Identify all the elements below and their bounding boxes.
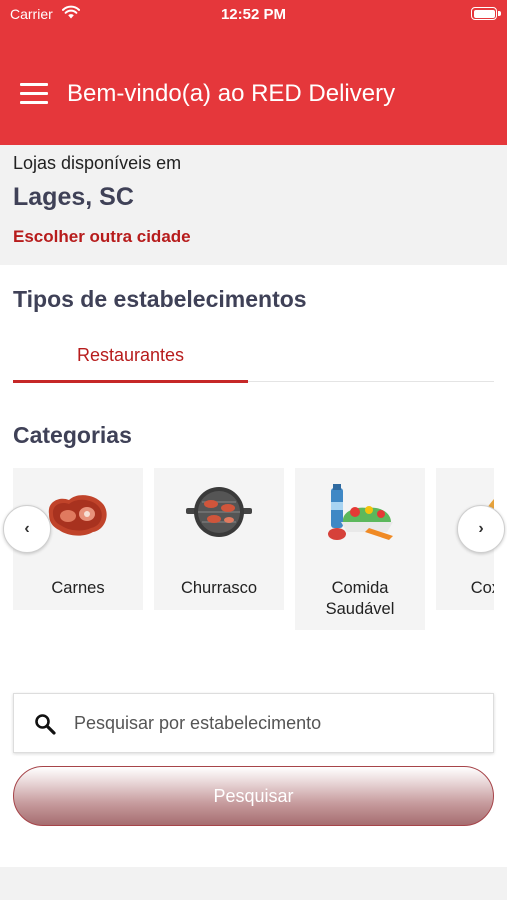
app-header: Carrier 12:52 PM Bem-vindo(a) ao RED Del…: [0, 0, 507, 145]
categories-title: Categorias: [13, 422, 132, 448]
city-name: Lages, SC: [13, 183, 134, 211]
category-card-comida-saudavel[interactable]: Comida Saudável: [295, 468, 425, 630]
location-label: Lojas disponíveis em: [13, 153, 182, 173]
clock: 12:52 PM: [220, 6, 287, 23]
status-bar: Carrier 12:52 PM: [0, 0, 507, 30]
change-city-link[interactable]: Escolher outra cidade: [13, 227, 191, 247]
healthy-food-icon: [328, 484, 393, 540]
carousel-next-button[interactable]: ›: [457, 505, 505, 553]
search-box: [13, 693, 494, 753]
main-content: Tipos de estabelecimentos Restaurantes C…: [0, 265, 507, 867]
search-icon: [35, 714, 56, 735]
search-input[interactable]: [72, 694, 482, 752]
location-section: Lojas disponíveis em Lages, SC Escolher …: [0, 145, 507, 265]
category-label: Carnes: [51, 579, 105, 597]
categories-carousel[interactable]: Carnes Churrasco Comida Saudável Co: [13, 468, 494, 638]
hamburger-menu-button[interactable]: [20, 83, 48, 105]
tab-restaurantes[interactable]: Restaurantes: [13, 335, 248, 383]
app-title: Bem-vindo(a) ao RED Delivery: [67, 80, 396, 107]
carousel-prev-button[interactable]: ‹: [3, 505, 51, 553]
category-label: Churrasco: [180, 579, 258, 597]
establishment-types-title: Tipos de estabelecimentos: [13, 286, 307, 312]
barbecue-grill-icon: [186, 487, 252, 537]
category-card-churrasco[interactable]: Churrasco: [154, 468, 284, 610]
battery-icon: [471, 7, 497, 20]
category-label: Coxinha: [470, 579, 494, 597]
meat-icon: [48, 495, 107, 536]
battery-tip: [498, 11, 501, 16]
tab-active-indicator: [13, 380, 248, 383]
tab-restaurantes-label: Restaurantes: [76, 345, 185, 365]
search-button[interactable]: Pesquisar: [13, 766, 494, 826]
category-label: Comida Saudável: [325, 579, 395, 618]
